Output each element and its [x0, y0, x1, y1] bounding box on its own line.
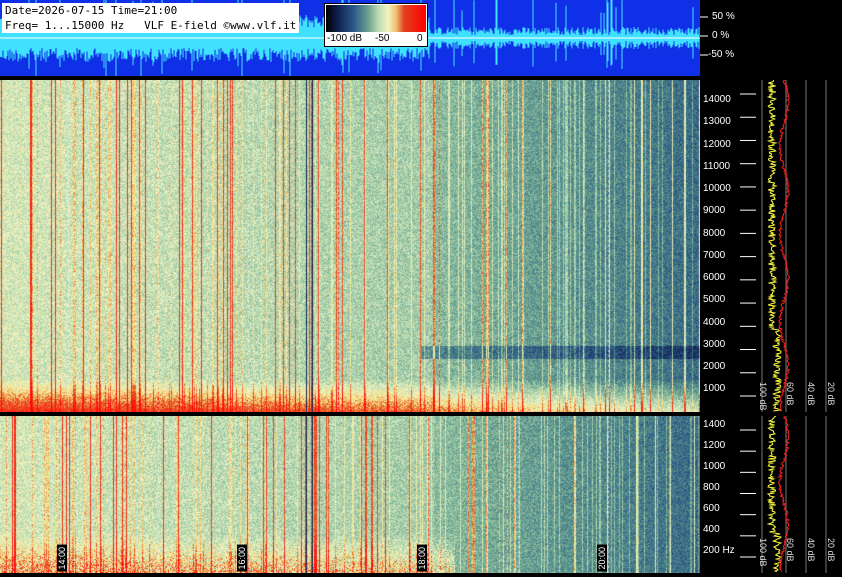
- date-time-line: Date=2026-07-15 Time=21:00: [5, 4, 178, 17]
- colorbar-label-mid: -50: [375, 33, 390, 44]
- db-label: 60 dB: [785, 538, 795, 562]
- freq-label: 7000: [703, 249, 726, 261]
- freq-label: 800: [703, 482, 720, 493]
- db-label: 100 dB: [758, 538, 768, 567]
- freq-label: 1000: [703, 383, 726, 395]
- freq-label: 400: [703, 524, 720, 535]
- spectrogram-top: [0, 80, 700, 412]
- db-label: 40 dB: [806, 382, 816, 406]
- amp-label-neg50: -50 %: [708, 49, 735, 60]
- time-marker: 18:00: [417, 545, 427, 572]
- freq-label: 200 Hz: [703, 545, 735, 556]
- colorbar-label-max: 0: [417, 33, 423, 44]
- freq-label: 2000: [703, 361, 726, 372]
- amp-label-50: 50 %: [712, 11, 735, 22]
- freq-label: 10000: [703, 183, 731, 194]
- freq-label: 1000: [703, 461, 726, 472]
- time-marker: 20:00: [597, 545, 607, 572]
- db-label: 20 dB: [826, 382, 836, 406]
- color-gradient: [326, 5, 426, 32]
- db-label: 40 dB: [806, 538, 816, 562]
- freq-label: 6000: [703, 272, 726, 283]
- info-box: Date=2026-07-15 Time=21:00 Freq= 1...150…: [2, 3, 300, 33]
- time-marker: 16:00: [237, 545, 247, 572]
- freq-label: 600: [703, 503, 720, 514]
- freq-label: 5000: [703, 294, 726, 306]
- spectrogram-bottom-canvas: [0, 416, 700, 573]
- freq-line: Freq= 1...15000 Hz VLF E-field ©www.vlf.…: [5, 19, 297, 32]
- time-marker: 14:00: [57, 545, 67, 572]
- freq-label: 11000: [703, 160, 731, 172]
- amp-label-0: 0 %: [712, 30, 730, 41]
- db-label: 20 dB: [826, 538, 836, 562]
- freq-label: 12000: [703, 138, 731, 150]
- spectrogram-top-canvas: [0, 80, 700, 412]
- db-label: 60 dB: [785, 382, 795, 406]
- freq-label: 9000: [703, 205, 726, 217]
- db-label: 100 dB: [758, 382, 768, 411]
- freq-label: 1400: [703, 419, 726, 430]
- freq-label: 4000: [703, 316, 726, 328]
- freq-label: 14000: [703, 94, 731, 105]
- freq-label: 3000: [703, 338, 726, 350]
- colorbar-label-min: -100 dB: [327, 33, 363, 44]
- color-scale: -100 dB -50 0: [324, 3, 428, 47]
- spectrogram-bottom: [0, 416, 700, 573]
- freq-label: 1200: [703, 440, 726, 451]
- freq-label: 8000: [703, 227, 726, 239]
- freq-label: 13000: [703, 116, 731, 128]
